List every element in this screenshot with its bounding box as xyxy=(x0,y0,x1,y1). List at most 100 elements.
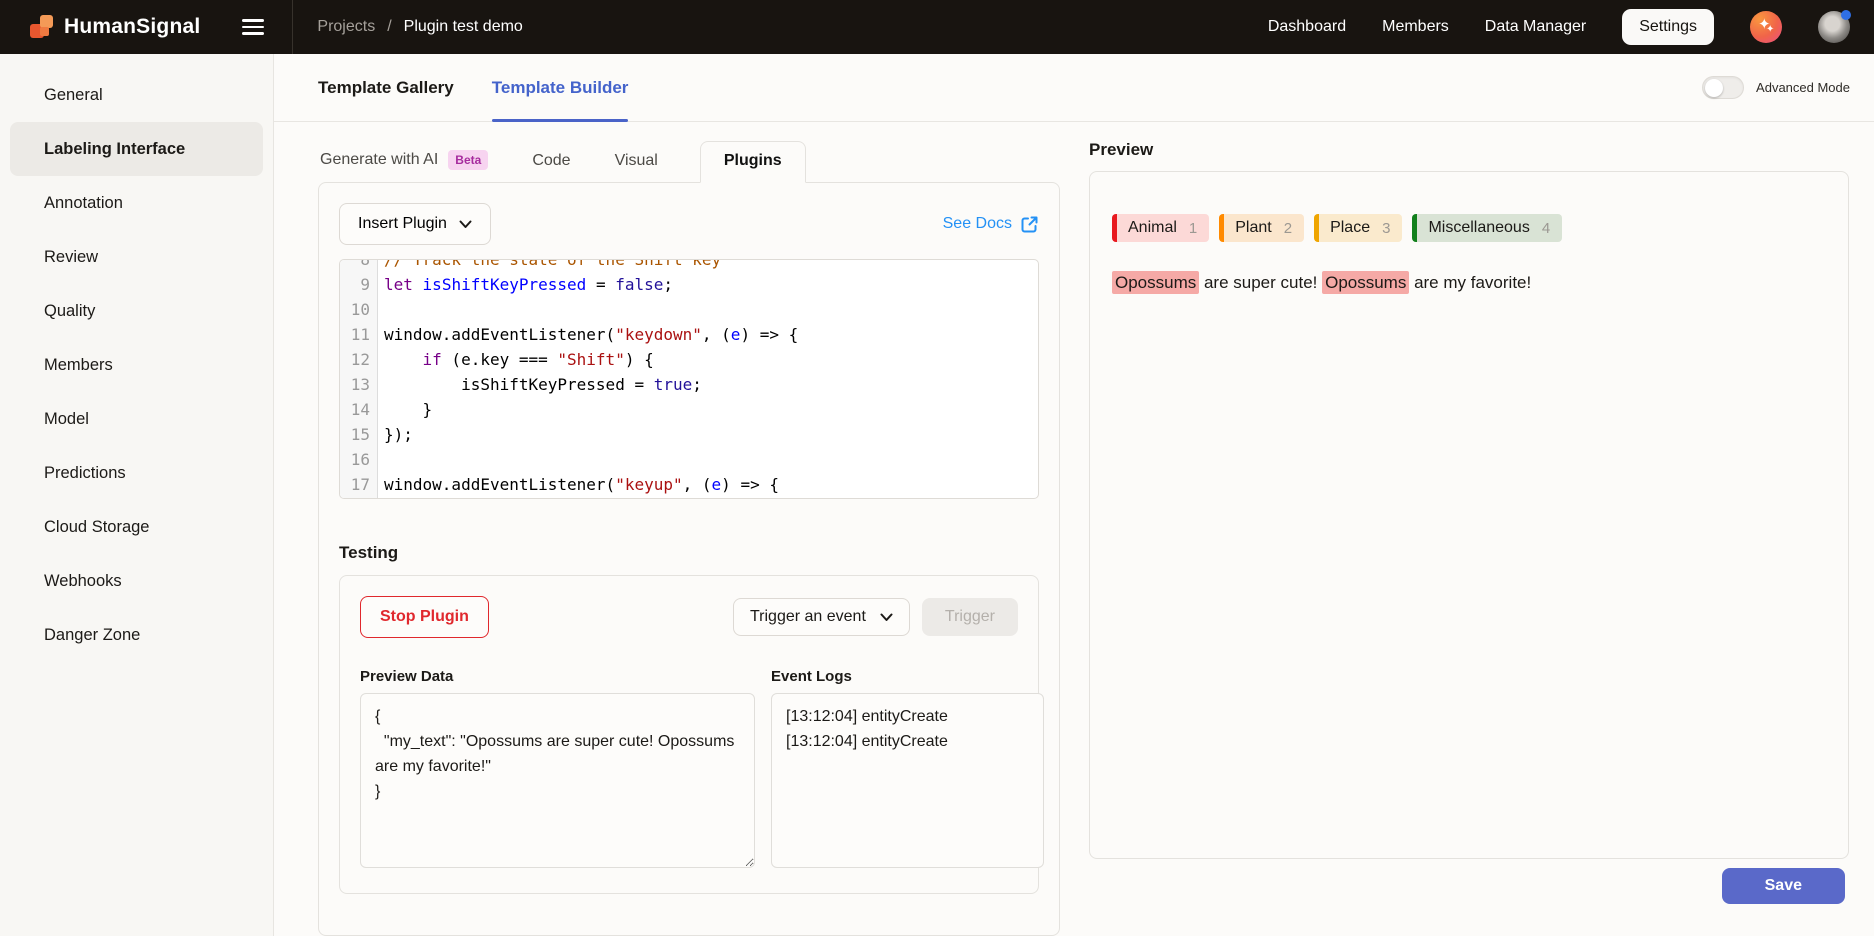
label-miscellaneous[interactable]: Miscellaneous 4 xyxy=(1412,214,1562,242)
plugins-panel: Insert Plugin See Docs 8// Track the sta… xyxy=(318,182,1060,936)
insert-plugin-dropdown[interactable]: Insert Plugin xyxy=(339,203,491,245)
code-line: 10 xyxy=(340,297,1038,322)
line-number: 15 xyxy=(340,422,378,447)
event-log-entry: [13:12:04] entityCreate xyxy=(786,729,1029,754)
brand[interactable]: HumanSignal xyxy=(0,15,200,39)
top-bar: HumanSignal Projects / Plugin test demo … xyxy=(0,0,1874,54)
nav-data-manager[interactable]: Data Manager xyxy=(1485,18,1586,36)
beta-badge: Beta xyxy=(448,150,488,170)
user-avatar[interactable] xyxy=(1818,11,1850,43)
code-editor[interactable]: 8// Track the state of the Shift key9let… xyxy=(339,259,1039,499)
advanced-mode-toggle[interactable] xyxy=(1702,76,1744,99)
tab-template-builder[interactable]: Template Builder xyxy=(492,54,629,121)
advanced-mode-label: Advanced Mode xyxy=(1756,80,1850,95)
line-number: 11 xyxy=(340,322,378,347)
code-text: // Track the state of the Shift key xyxy=(378,259,721,272)
line-number: 10 xyxy=(340,297,378,322)
label-text: Animal xyxy=(1128,219,1177,237)
trigger-event-dropdown[interactable]: Trigger an event xyxy=(733,598,910,636)
brand-name: HumanSignal xyxy=(64,15,200,39)
nav-dashboard[interactable]: Dashboard xyxy=(1268,18,1346,36)
breadcrumb-projects[interactable]: Projects xyxy=(317,18,375,36)
event-logs-list: [13:12:04] entityCreate[13:12:04] entity… xyxy=(771,693,1044,868)
code-line: 15}); xyxy=(340,422,1038,447)
code-text xyxy=(378,447,394,472)
code-line: 17window.addEventListener("keyup", (e) =… xyxy=(340,472,1038,497)
main-area: Template Gallery Template Builder Advanc… xyxy=(274,54,1874,936)
hamburger-menu-icon[interactable] xyxy=(242,19,264,35)
stop-plugin-button[interactable]: Stop Plugin xyxy=(360,596,489,638)
sidebar-item-review[interactable]: Review xyxy=(10,230,263,284)
label-text: Place xyxy=(1330,219,1370,237)
chevron-down-icon xyxy=(880,613,893,622)
app-window: HumanSignal Projects / Plugin test demo … xyxy=(0,0,1874,936)
code-text: if (e.key === "Shift") { xyxy=(378,347,654,372)
external-link-icon xyxy=(1020,215,1039,234)
notification-dot xyxy=(1841,10,1851,20)
line-number: 12 xyxy=(340,347,378,372)
label-place[interactable]: Place3 xyxy=(1314,214,1402,242)
settings-button[interactable]: Settings xyxy=(1622,9,1714,45)
code-line: 11window.addEventListener("keydown", (e)… xyxy=(340,322,1038,347)
label-text: Plant xyxy=(1235,219,1271,237)
code-line: 14 } xyxy=(340,397,1038,422)
code-text: isShiftKeyPressed = true; xyxy=(378,372,702,397)
sidebar-item-predictions[interactable]: Predictions xyxy=(10,446,263,500)
code-line: 8// Track the state of the Shift key xyxy=(340,259,1038,272)
advanced-mode-control: Advanced Mode xyxy=(1702,76,1850,99)
highlighted-region[interactable]: Opossums xyxy=(1112,271,1199,294)
testing-panel: Stop Plugin Trigger an event Trigger xyxy=(339,575,1039,894)
save-button[interactable]: Save xyxy=(1722,868,1845,904)
sidebar-item-model[interactable]: Model xyxy=(10,392,263,446)
label-row: Animal1 Plant2 Place3 Miscellaneous 4 xyxy=(1112,214,1826,242)
trigger-button[interactable]: Trigger xyxy=(922,598,1018,636)
preview-data-textarea[interactable]: { "my_text": "Opossums are super cute! O… xyxy=(360,693,755,868)
breadcrumb-separator: / xyxy=(387,18,391,36)
chevron-down-icon xyxy=(459,220,472,229)
label-color-bar xyxy=(1314,214,1319,242)
sidebar-item-cloud-storage[interactable]: Cloud Storage xyxy=(10,500,263,554)
line-number: 17 xyxy=(340,472,378,497)
highlighted-region[interactable]: Opossums xyxy=(1322,271,1409,294)
topbar-nav: Dashboard Members Data Manager xyxy=(1268,18,1586,36)
builder-left-column: Generate with AI Beta Code Visual Plugin… xyxy=(318,122,1060,936)
sidebar-item-members[interactable]: Members xyxy=(10,338,263,392)
tab-generate-with-ai[interactable]: Generate with AI Beta xyxy=(318,141,490,182)
code-text: let isShiftKeyPressed = false; xyxy=(378,272,673,297)
event-log-entry: [13:12:04] entityCreate xyxy=(786,704,1029,729)
preview-heading: Preview xyxy=(1089,140,1849,160)
tab-visual[interactable]: Visual xyxy=(613,143,660,182)
sidebar-item-general[interactable]: General xyxy=(10,68,263,122)
see-docs-link[interactable]: See Docs xyxy=(943,215,1039,234)
testing-heading: Testing xyxy=(339,543,1039,563)
label-color-bar xyxy=(1112,214,1117,242)
code-text: window.addEventListener("keydown", (e) =… xyxy=(378,322,798,347)
sidebar-item-labeling-interface[interactable]: Labeling Interface xyxy=(10,122,263,176)
template-tabs-row: Template Gallery Template Builder Advanc… xyxy=(274,54,1874,122)
sidebar-item-quality[interactable]: Quality xyxy=(10,284,263,338)
topbar-right: Dashboard Members Data Manager Settings ✦✦ xyxy=(1268,9,1874,45)
line-number: 9 xyxy=(340,272,378,297)
label-text: Miscellaneous xyxy=(1428,219,1529,237)
event-logs-label: Event Logs xyxy=(771,668,1044,685)
code-line: 13 isShiftKeyPressed = true; xyxy=(340,372,1038,397)
line-number: 8 xyxy=(340,259,378,272)
code-editor-lines: 8// Track the state of the Shift key9let… xyxy=(340,259,1038,497)
humansignal-logo-icon xyxy=(30,15,54,39)
code-line: 12 if (e.key === "Shift") { xyxy=(340,347,1038,372)
ai-sparkle-button[interactable]: ✦✦ xyxy=(1750,11,1782,43)
preview-column: Preview Animal1 Plant2 Place3 Miscellaneous… xyxy=(1089,122,1849,936)
sidebar-item-danger-zone[interactable]: Danger Zone xyxy=(10,608,263,662)
label-plant[interactable]: Plant2 xyxy=(1219,214,1304,242)
line-number: 14 xyxy=(340,397,378,422)
tab-plugins[interactable]: Plugins xyxy=(700,141,806,183)
sidebar-item-annotation[interactable]: Annotation xyxy=(10,176,263,230)
label-animal[interactable]: Animal1 xyxy=(1112,214,1209,242)
tab-code[interactable]: Code xyxy=(530,143,572,182)
preview-text: Opossums are super cute! Opossums are my… xyxy=(1112,270,1826,296)
sidebar-item-webhooks[interactable]: Webhooks xyxy=(10,554,263,608)
nav-members[interactable]: Members xyxy=(1382,18,1449,36)
label-hotkey: 4 xyxy=(1542,220,1550,237)
label-color-bar xyxy=(1219,214,1224,242)
tab-template-gallery[interactable]: Template Gallery xyxy=(318,54,454,121)
